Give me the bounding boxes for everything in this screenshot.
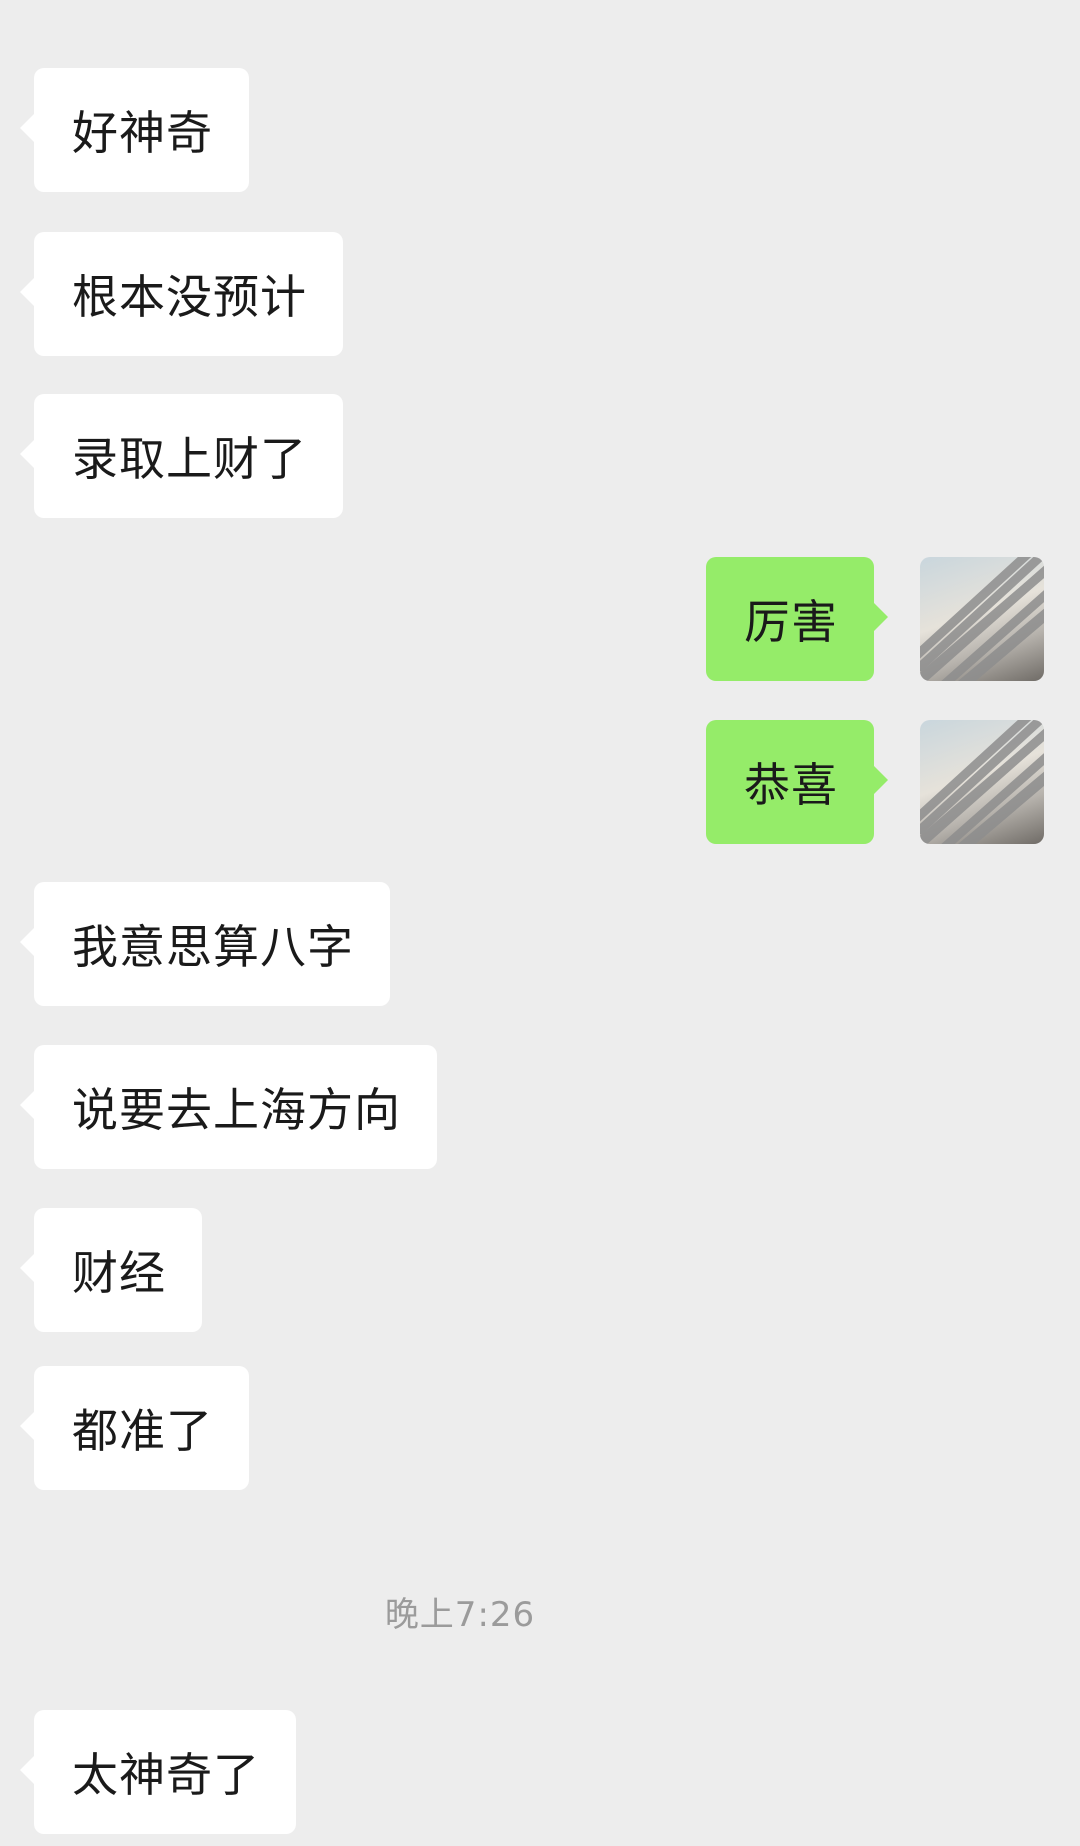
message-text: 厉害 [744, 595, 838, 649]
message-text: 财经 [72, 1246, 166, 1300]
message-bubble-incoming[interactable]: 录取上财了 [20, 394, 343, 518]
message-bubble-incoming[interactable]: 好神奇 [20, 68, 249, 192]
message-text: 根本没预计 [72, 270, 307, 324]
message-bubble-incoming[interactable]: 说要去上海方向 [20, 1045, 437, 1169]
avatar-blur-scribble [920, 557, 1044, 681]
message-bubble-incoming[interactable]: 我意思算八字 [20, 882, 390, 1006]
message-text: 我意思算八字 [72, 920, 354, 974]
message-bubble-incoming[interactable]: 财经 [20, 1208, 202, 1332]
message-bubble-outgoing[interactable]: 厉害 [706, 557, 888, 681]
message-text: 都准了 [72, 1404, 213, 1458]
message-bubble-incoming[interactable]: 都准了 [20, 1366, 249, 1490]
message-bubble-outgoing[interactable]: 恭喜 [706, 720, 888, 844]
message-text: 太神奇了 [72, 1748, 260, 1802]
message-bubble-incoming[interactable]: 根本没预计 [20, 232, 343, 356]
message-text: 说要去上海方向 [72, 1083, 401, 1137]
message-bubble-incoming[interactable]: 太神奇了 [20, 1710, 296, 1834]
message-text: 好神奇 [72, 106, 213, 160]
message-text: 恭喜 [744, 758, 838, 812]
message-text: 录取上财了 [72, 432, 307, 486]
user-avatar-icon[interactable] [920, 720, 1044, 844]
chat-message-list[interactable]: 好神奇 根本没预计 录取上财了 厉害 恭喜 我意思算八字 说要去上海方向 财经 … [0, 0, 1080, 1846]
avatar-blur-scribble [920, 720, 1044, 844]
user-avatar-icon[interactable] [920, 557, 1044, 681]
message-timestamp: 晚上7:26 [384, 1595, 536, 1635]
